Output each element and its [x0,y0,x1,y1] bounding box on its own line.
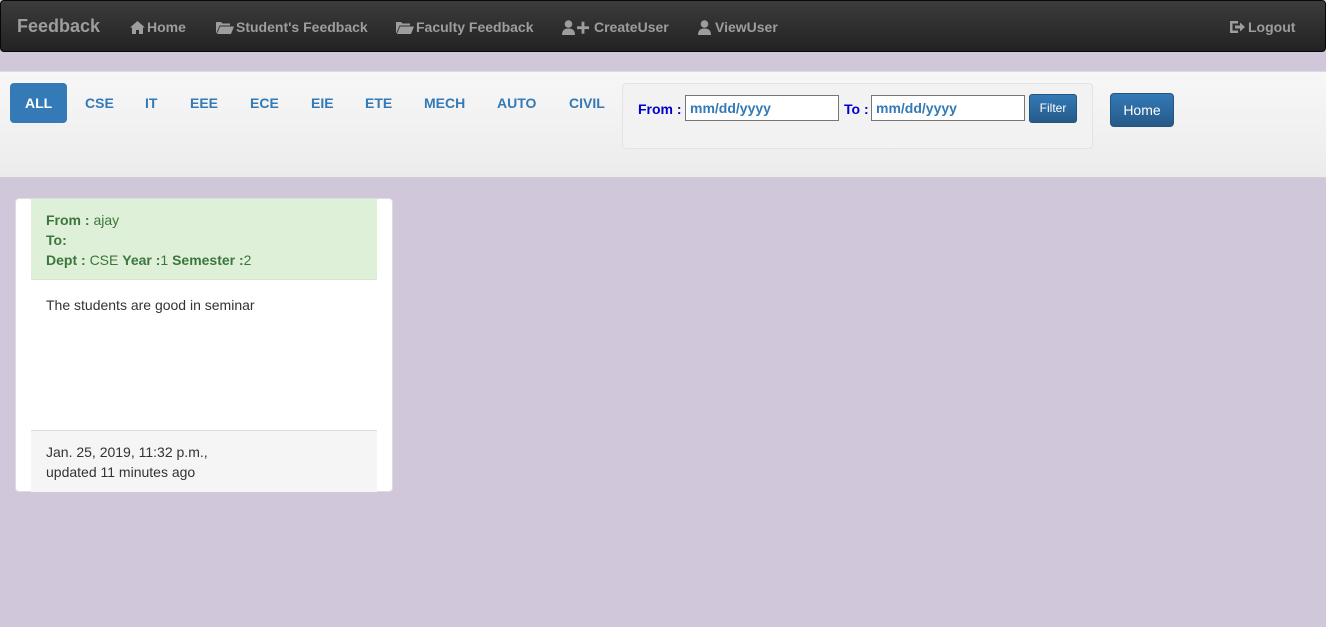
dept-tab-all[interactable]: ALL [10,83,68,123]
dept-tab-civil[interactable]: CIVIL [554,83,620,123]
nav-create-user-label: CreateUser [594,19,669,35]
nav-home-label: Home [147,19,186,35]
top-navbar: Feedback Home Student's Feedback Faculty… [0,0,1326,52]
feedback-from-row: From : ajay [46,210,362,230]
user-icon [698,19,711,35]
nav-view-user[interactable]: ViewUser [698,18,778,36]
semester-label: Semester : [172,252,244,268]
dept-tab-auto[interactable]: AUTO [482,83,551,123]
nav-create-user[interactable]: CreateUser [562,18,669,36]
feedback-updated: updated 11 minutes ago [46,464,196,480]
feedback-message: The students are good in seminar [46,297,255,313]
folder-open-icon [216,21,234,34]
logout-icon [1230,20,1245,34]
dept-tab-eee[interactable]: EEE [175,83,233,123]
dept-tab-it[interactable]: IT [130,83,172,123]
logout-label: Logout [1248,19,1296,35]
to-date-input[interactable]: mm/dd/yyyy [871,95,1025,121]
feedback-date: Jan. 25, 2019, 11:32 p.m., [46,444,208,460]
filter-button[interactable]: Filter [1029,94,1077,123]
dept-label: Dept : [46,252,86,268]
feedback-card-footer: Jan. 25, 2019, 11:32 p.m., updated 11 mi… [31,430,377,492]
nav-faculty-feedback-label: Faculty Feedback [416,19,534,35]
home-button[interactable]: Home [1110,93,1174,127]
nav-students-feedback[interactable]: Student's Feedback [216,18,368,36]
nav-students-feedback-label: Student's Feedback [236,19,368,35]
feedback-dept-row: Dept : CSE Year :1 Semester :2 [46,250,362,270]
feedback-card-header: From : ajay To: Dept : CSE Year :1 Semes… [31,199,377,280]
nav-view-user-label: ViewUser [715,19,778,35]
feedback-card: From : ajay To: Dept : CSE Year :1 Semes… [15,198,393,492]
dept-tab-ete[interactable]: ETE [350,83,407,123]
dept-value: CSE [89,252,119,268]
home-icon [130,20,145,34]
from-label: From : [46,212,90,228]
year-label: Year : [122,252,161,268]
dept-tab-ece[interactable]: ECE [235,83,294,123]
dept-tab-cse[interactable]: CSE [70,83,129,123]
logout-link[interactable]: Logout [1230,18,1295,36]
from-date-label: From : [638,101,682,117]
dept-tab-eie[interactable]: EIE [296,83,349,123]
dept-tab-mech[interactable]: MECH [409,83,480,123]
from-date-input[interactable]: mm/dd/yyyy [685,95,839,121]
filter-bar: ALL CSE IT EEE ECE EIE ETE MECH AUTO CIV… [0,71,1326,178]
to-date-label: To : [844,101,869,117]
from-value: ajay [93,212,120,228]
feedback-to-row: To: [46,230,362,250]
navbar-brand[interactable]: Feedback [17,16,100,36]
nav-home[interactable]: Home [130,18,186,36]
semester-value: 2 [243,252,252,268]
date-range-filter: From : mm/dd/yyyy To : mm/dd/yyyy Filter [622,83,1093,149]
to-label: To: [46,232,67,248]
folder-open-icon [396,21,414,34]
add-user-icon [562,19,589,35]
year-value: 1 [160,252,169,268]
nav-faculty-feedback[interactable]: Faculty Feedback [396,18,534,36]
